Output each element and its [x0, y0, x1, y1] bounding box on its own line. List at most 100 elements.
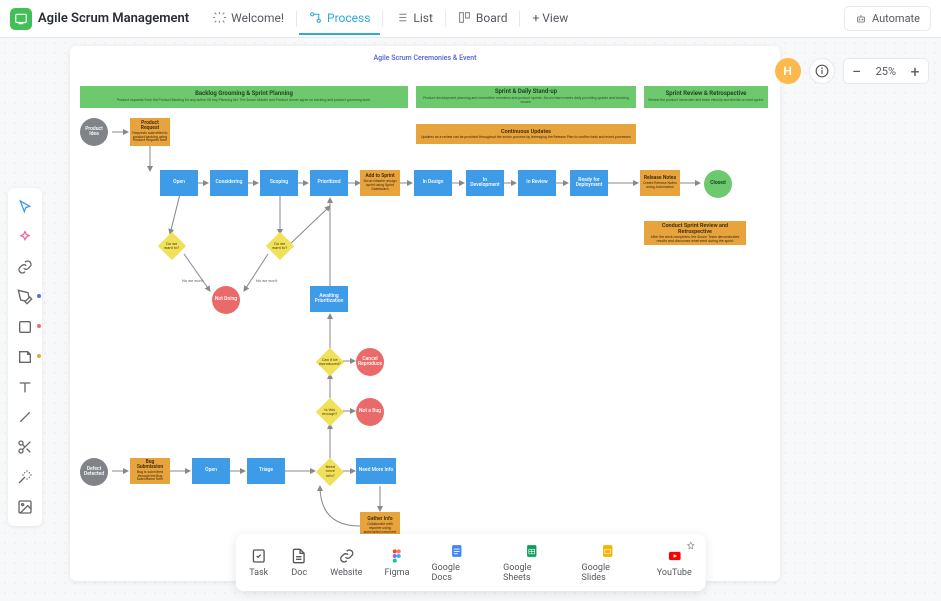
- node-not-doing[interactable]: Not Doing: [212, 286, 240, 314]
- decision-4[interactable]: Is this enough?: [316, 398, 344, 426]
- cursor-tool[interactable]: [12, 194, 38, 220]
- dock-task[interactable]: Task: [249, 547, 268, 578]
- dock-gsheets[interactable]: Google Sheets: [503, 542, 559, 583]
- whiteboard-frame[interactable]: Agile Scrum Ceremonies & Event: [70, 46, 780, 581]
- node-defect[interactable]: Defect Detected: [80, 458, 108, 486]
- figma-icon: [388, 547, 406, 565]
- wand-icon: [17, 469, 33, 485]
- ai-tool[interactable]: [12, 224, 38, 250]
- frame-title: Agile Scrum Ceremonies & Event: [373, 54, 476, 62]
- node-add-to-sprint[interactable]: Add to SprintScrum Master assign sprint …: [360, 170, 400, 196]
- arrow-label: No we won't: [256, 278, 278, 283]
- node-open[interactable]: Open: [160, 170, 198, 196]
- app-icon: [10, 8, 32, 30]
- node-in-dev[interactable]: In Development: [466, 170, 504, 196]
- pen-tool[interactable]: [12, 284, 38, 310]
- zoom-in-button[interactable]: +: [902, 58, 928, 84]
- line-icon: [17, 409, 33, 425]
- board-icon: [458, 11, 471, 24]
- gslides-icon: [599, 542, 617, 560]
- gdocs-icon: [447, 542, 465, 560]
- youtube-icon: [665, 547, 683, 565]
- gsheets-icon: [522, 542, 540, 560]
- image-tool[interactable]: [12, 494, 38, 520]
- header-sprint[interactable]: Sprint & Daily Stand-upProduct developme…: [416, 86, 636, 108]
- pin-icon[interactable]: [684, 540, 698, 554]
- decision-3[interactable]: Can it be reproduced?: [316, 348, 344, 376]
- zoom-control: − 25% +: [843, 58, 929, 84]
- decision-1[interactable]: Do we want to?: [158, 232, 186, 260]
- node-considering[interactable]: Considering: [210, 170, 248, 196]
- dock-doc[interactable]: Doc: [290, 547, 308, 578]
- node-scoping[interactable]: Scoping: [260, 170, 298, 196]
- link-icon: [17, 259, 33, 275]
- bar-updates[interactable]: Continuous UpdatesUpdates as a review ca…: [416, 124, 636, 144]
- shape-tool[interactable]: [12, 314, 38, 340]
- node-bug-submission[interactable]: Bug SubmissionBug is submitted through t…: [130, 458, 170, 484]
- divider: [296, 11, 297, 27]
- zoom-value[interactable]: 25%: [870, 65, 902, 78]
- robot-icon: [855, 13, 867, 25]
- node-need-more-info[interactable]: Need More Info: [356, 458, 396, 484]
- view-tabs: Welcome! Process List Board + View: [203, 3, 578, 35]
- bar-retro[interactable]: Conduct Sprint Review and RetrospectiveA…: [644, 221, 746, 245]
- square-icon: [17, 319, 33, 335]
- left-toolbar: [8, 188, 42, 526]
- image-icon: [17, 499, 33, 515]
- tab-list[interactable]: List: [385, 3, 443, 35]
- tab-add-view[interactable]: + View: [522, 3, 578, 35]
- divider: [382, 11, 383, 27]
- dock-gdocs[interactable]: Google Docs: [431, 542, 481, 583]
- pen-icon: [17, 289, 33, 305]
- node-release-notes[interactable]: Release NotesCreate Release Notes using …: [640, 170, 680, 196]
- text-icon: [17, 379, 33, 395]
- zoom-out-button[interactable]: −: [844, 58, 870, 84]
- dock-figma[interactable]: Figma: [384, 547, 409, 578]
- line-tool[interactable]: [12, 404, 38, 430]
- dock-gslides[interactable]: Google Slides: [582, 542, 635, 583]
- link-icon: [337, 547, 355, 565]
- insert-dock: Task Doc Website Figma Google Docs Googl…: [235, 534, 706, 591]
- node-product-idea[interactable]: Product Idea: [80, 118, 108, 146]
- node-prioritized[interactable]: Prioritized: [310, 170, 348, 196]
- node-in-design[interactable]: In Design: [414, 170, 452, 196]
- task-icon: [250, 547, 268, 565]
- node-ready[interactable]: Ready for Deployment: [570, 170, 608, 196]
- scissors-tool[interactable]: [12, 434, 38, 460]
- magic-tool[interactable]: [12, 464, 38, 490]
- tab-board[interactable]: Board: [448, 3, 518, 35]
- node-awaiting[interactable]: Awaiting Prioritization: [310, 286, 348, 312]
- text-tool[interactable]: [12, 374, 38, 400]
- automate-button[interactable]: Automate: [844, 6, 931, 31]
- divider: [519, 11, 520, 27]
- sticky-icon: [17, 349, 33, 365]
- decision-2[interactable]: Do we want to?: [266, 232, 294, 260]
- tab-welcome[interactable]: Welcome!: [203, 3, 294, 35]
- avatar[interactable]: H: [775, 58, 801, 84]
- page-title: Agile Scrum Management: [38, 11, 189, 26]
- node-triage[interactable]: Triage: [247, 458, 285, 484]
- connector-tool[interactable]: [12, 254, 38, 280]
- list-icon: [395, 11, 408, 24]
- sticky-tool[interactable]: [12, 344, 38, 370]
- doc-icon: [290, 547, 308, 565]
- ai-sparkle-icon: [17, 229, 33, 245]
- node-bug-open[interactable]: Open: [192, 458, 230, 484]
- header-backlog[interactable]: Backlog Grooming & Sprint PlanningProduc…: [80, 86, 408, 108]
- arrow-label: No we won't: [182, 278, 204, 283]
- tab-process[interactable]: Process: [299, 3, 380, 35]
- node-closed[interactable]: Closed: [704, 170, 732, 198]
- header-review[interactable]: Sprint Review & RetrospectiveReview the …: [644, 86, 768, 108]
- node-not-a-bug[interactable]: Not a Bug: [356, 398, 384, 426]
- info-icon: [815, 64, 829, 78]
- node-cancel-reproduce[interactable]: Cancel Reproduce: [356, 348, 384, 376]
- dock-website[interactable]: Website: [330, 547, 362, 578]
- decision-5[interactable]: Need more info?: [316, 458, 344, 486]
- whiteboard-canvas[interactable]: H − 25% + Agile Scrum Ceremonies & Event: [0, 38, 941, 601]
- sparkle-icon: [213, 11, 226, 24]
- info-button[interactable]: [809, 58, 835, 84]
- process-icon: [309, 11, 322, 24]
- node-in-review[interactable]: In Review: [518, 170, 556, 196]
- node-product-request[interactable]: Product RequestRequests submitted to pro…: [130, 118, 170, 146]
- cursor-icon: [17, 199, 33, 215]
